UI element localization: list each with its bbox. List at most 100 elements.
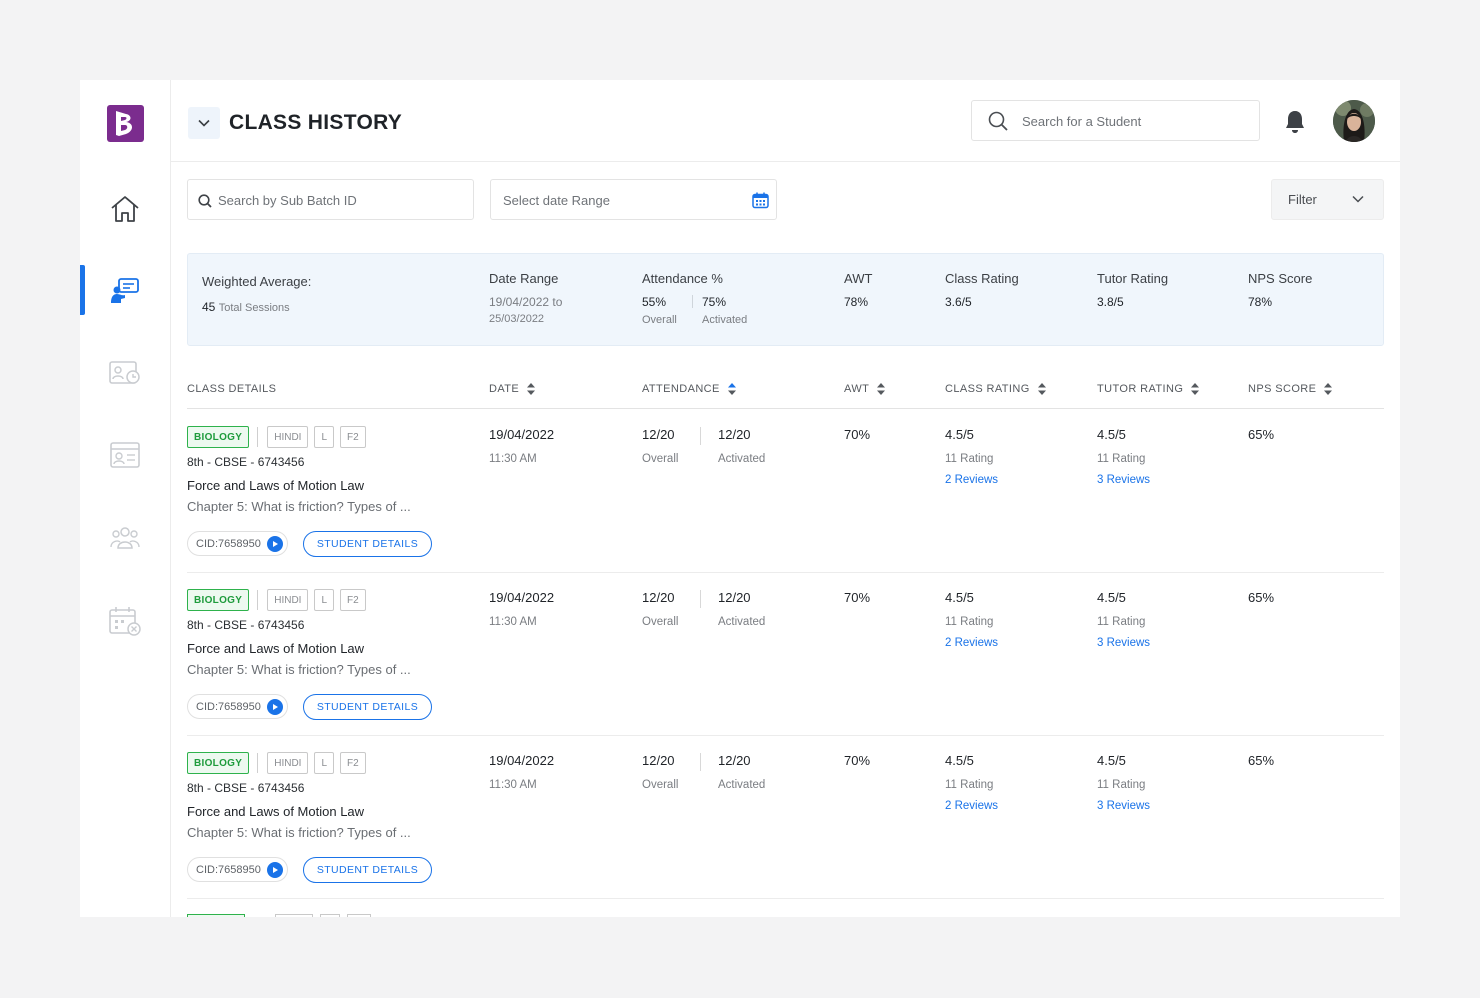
filter-dropdown[interactable]: Filter	[1271, 179, 1384, 220]
class-date: 19/04/2022	[489, 427, 555, 442]
date-range-input[interactable]	[503, 190, 733, 210]
summary-nps-label: NPS Score	[1248, 271, 1313, 286]
nav-schedule[interactable]	[80, 348, 170, 398]
total-sessions-count: 45	[202, 300, 216, 314]
column-header-awt[interactable]: AWT	[844, 383, 886, 395]
column-header-tutor-rating[interactable]: TUTOR RATING	[1097, 383, 1200, 395]
attendance-overall-label: Overall	[642, 453, 679, 465]
awt-value: 70%	[844, 590, 871, 605]
class-rating-count: 11 Rating	[945, 779, 994, 791]
class-reviews-link[interactable]: 2 Reviews	[945, 637, 998, 649]
page-title: CLASS HISTORY	[229, 111, 403, 134]
student-search-input[interactable]	[1022, 111, 1242, 131]
attendance-overall: 12/20	[642, 590, 675, 605]
header-divider	[187, 408, 1384, 409]
calendar-icon[interactable]	[752, 192, 769, 209]
play-icon[interactable]	[266, 535, 283, 552]
brand-logo[interactable]	[107, 105, 144, 142]
play-icon[interactable]	[266, 861, 283, 878]
filter-label: Filter	[1288, 192, 1317, 207]
student-search-box[interactable]	[971, 100, 1260, 141]
summary-attendance-label: Attendance %	[642, 271, 723, 286]
subject-tag: BIOLOGY	[187, 426, 250, 448]
summary-attendance-activated-label: Activated	[702, 314, 748, 326]
language-tag: HINDI	[267, 752, 309, 774]
avatar[interactable]	[1333, 100, 1375, 142]
class-history-table: BIOLOGY HINDI L F2 8th - CBSE - 6743456 …	[187, 410, 1384, 917]
attendance-activated: 12/20	[718, 427, 751, 442]
tutor-reviews-link[interactable]: 3 Reviews	[1097, 637, 1150, 649]
class-id: CID:7658950	[196, 863, 261, 876]
class-rating: 4.5/5	[945, 753, 974, 768]
notifications-button[interactable]	[1284, 109, 1306, 139]
column-header-attendance[interactable]: ATTENDANCE	[642, 383, 736, 395]
nav-id-card[interactable]	[80, 430, 170, 480]
summary-attendance-activated: 75%	[702, 295, 727, 309]
tutor-reviews-link[interactable]: 3 Reviews	[1097, 800, 1150, 812]
attendance-activated-label: Activated	[718, 616, 766, 628]
attendance-activated-label: Activated	[718, 453, 766, 465]
class-reviews-link[interactable]: 2 Reviews	[945, 800, 998, 812]
batch-id: 8th - CBSE - 6743456	[187, 618, 305, 632]
class-recording-button[interactable]: CID:7658950	[187, 531, 288, 556]
sort-icon[interactable]	[1191, 383, 1200, 395]
app-window: CLASS HISTORY Filter	[80, 80, 1400, 917]
sort-icon[interactable]	[1037, 383, 1046, 395]
class-recording-button[interactable]: CID:7658950	[187, 694, 288, 719]
student-details-button[interactable]: STUDENT DETAILS	[303, 857, 432, 883]
sort-icon[interactable]	[527, 383, 536, 395]
schedule-icon	[109, 361, 140, 384]
column-header-class-rating[interactable]: CLASS RATING	[945, 383, 1046, 395]
awt-value: 70%	[844, 753, 871, 768]
class-date: 19/04/2022	[489, 753, 555, 768]
nav-students[interactable]	[80, 513, 170, 563]
column-header-nps-score[interactable]: NPS SCORE	[1248, 383, 1333, 395]
summary-tutor-rating-label: Tutor Rating	[1097, 271, 1169, 286]
attendance-activated: 12/20	[718, 753, 751, 768]
summary-tutor-rating-value: 3.8/5	[1097, 295, 1124, 309]
class-rating: 4.5/5	[945, 590, 974, 605]
collapse-button[interactable]	[188, 107, 220, 139]
subject-tag: BIOLOGY	[187, 589, 250, 611]
table-row: BIOLOGY HINDI L F2 8th - CBSE - 6743456 …	[187, 410, 1384, 573]
batch-id: 8th - CBSE - 6743456	[187, 455, 305, 469]
search-icon	[988, 111, 1008, 131]
student-details-button[interactable]: STUDENT DETAILS	[303, 531, 432, 557]
class-id: CID:7658950	[196, 537, 261, 550]
nav-home[interactable]	[80, 184, 170, 234]
nav-calendar[interactable]	[80, 596, 170, 646]
attendance-overall-label: Overall	[642, 779, 679, 791]
class-reviews-link[interactable]: 2 Reviews	[945, 474, 998, 486]
tutor-rating-count: 11 Rating	[1097, 779, 1146, 791]
bell-icon	[1286, 111, 1304, 133]
tutor-reviews-link[interactable]: 3 Reviews	[1097, 474, 1150, 486]
column-header-date[interactable]: DATE	[489, 383, 536, 395]
main-content: CLASS HISTORY Filter	[171, 80, 1400, 917]
language-tag: HINDI	[267, 426, 309, 448]
id-card-icon	[110, 442, 140, 468]
sub-batch-search-input[interactable]	[218, 190, 458, 210]
attendance-activated-label: Activated	[718, 779, 766, 791]
class-time: 11:30 AM	[489, 779, 537, 791]
student-details-button[interactable]: STUDENT DETAILS	[303, 694, 432, 720]
awt-value: 70%	[844, 427, 871, 442]
class-topic: Force and Laws of Motion Law	[187, 641, 365, 656]
class-chapter: Chapter 5: What is friction? Types of ..…	[187, 662, 411, 677]
calendar-icon	[109, 607, 141, 636]
date-range-picker[interactable]	[490, 179, 777, 220]
summary-attendance-overall: 55%	[642, 295, 667, 309]
sort-icon[interactable]	[727, 383, 736, 395]
class-rating-count: 11 Rating	[945, 616, 994, 628]
level-tag: L	[314, 589, 335, 611]
class-topic: Force and Laws of Motion Law	[187, 478, 365, 493]
sort-icon[interactable]	[877, 383, 886, 395]
nav-class-history[interactable]	[80, 265, 170, 315]
play-icon[interactable]	[266, 698, 283, 715]
class-time: 11:30 AM	[489, 453, 537, 465]
sub-batch-search-box[interactable]	[187, 179, 474, 220]
sort-icon[interactable]	[1324, 383, 1333, 395]
level-tag: L	[314, 752, 335, 774]
class-recording-button[interactable]: CID:7658950	[187, 857, 288, 882]
class-history-icon	[111, 278, 139, 303]
home-icon	[111, 196, 139, 222]
